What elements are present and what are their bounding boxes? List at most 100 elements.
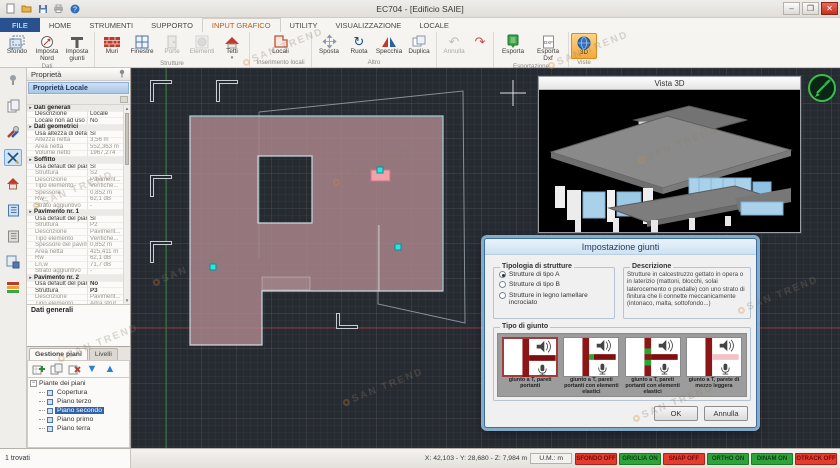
status-badge[interactable]: DINAM ON bbox=[751, 453, 793, 465]
locali-button[interactable]: Locali bbox=[264, 33, 298, 59]
property-value: P2 bbox=[87, 222, 123, 228]
property-value: Sì bbox=[87, 216, 123, 222]
house-icon[interactable] bbox=[4, 175, 22, 192]
porte-button: Porte bbox=[157, 33, 187, 60]
finestre-button[interactable]: Finestre bbox=[127, 33, 157, 60]
ruota-button[interactable]: ↻ Ruota bbox=[344, 33, 374, 59]
building-save-icon[interactable] bbox=[4, 253, 22, 270]
radio-icon[interactable] bbox=[499, 292, 506, 299]
svg-text:DXF: DXF bbox=[544, 40, 553, 45]
ribbon-tab[interactable]: LOCALE bbox=[410, 18, 458, 32]
ribbon-tab[interactable]: VISUALIZZAZIONE bbox=[326, 18, 410, 32]
group-expander-icon[interactable]: ▸ bbox=[27, 124, 34, 130]
status-badge[interactable]: SNAP OFF bbox=[663, 453, 705, 465]
mirror-triangles-icon bbox=[381, 34, 397, 49]
tree-item[interactable]: Piano primo bbox=[39, 415, 127, 424]
add-floor-button[interactable] bbox=[31, 362, 45, 376]
impostazione-giunti-dialog[interactable]: Impostazione giunti Tipologia di struttu… bbox=[484, 238, 757, 428]
tetti-button[interactable]: Tetti ▾ bbox=[217, 33, 247, 60]
ribbon-tab[interactable]: FILE bbox=[0, 18, 40, 32]
application-window: ? EC704 - [Edificio SAIE] – ❐ ✕ FILEHOME… bbox=[0, 0, 840, 468]
tree-branch bbox=[39, 392, 45, 393]
restore-button[interactable]: ❐ bbox=[802, 2, 819, 15]
ribbon-tab[interactable]: STRUMENTI bbox=[80, 18, 142, 32]
tree-item[interactable]: Piano terzo bbox=[39, 397, 127, 406]
joint-option[interactable]: giunto a T, parete di mezzo leggera bbox=[685, 337, 743, 393]
floor-plan-icon bbox=[47, 390, 53, 396]
tree-expander-icon[interactable]: − bbox=[30, 380, 37, 387]
ribbon-tab[interactable]: UTILITY bbox=[281, 18, 327, 32]
property-value: 1967,274 bbox=[87, 150, 123, 156]
annulla-button-dialog[interactable]: Annulla bbox=[704, 406, 748, 421]
ribbon-tab[interactable]: SUPPORTO bbox=[142, 18, 202, 32]
esporta-button[interactable]: Esporta bbox=[496, 33, 530, 63]
radio-option[interactable]: Strutture in legno lamellare incrociato bbox=[499, 292, 610, 307]
tipo-giunto-label: Tipo di giunto bbox=[500, 323, 550, 330]
property-grid[interactable]: ▸Dati generaliDescrizioneLocaleLocale no… bbox=[27, 105, 130, 304]
minimize-button[interactable]: – bbox=[783, 2, 800, 15]
ribbon-group-esportazione: Esporta DXF Esporta Dxf Esportazione bbox=[494, 32, 569, 67]
property-row[interactable]: Tipo elementoAltra strut... bbox=[27, 301, 123, 304]
roof-icon bbox=[224, 34, 240, 49]
muri-button[interactable]: Muri bbox=[97, 33, 127, 60]
property-grid-scrollbar[interactable]: ▲ ▼ bbox=[123, 105, 130, 304]
floors-tab[interactable]: Livelli bbox=[89, 348, 118, 360]
vista-3d-button[interactable]: 3D bbox=[571, 33, 597, 59]
radio-option[interactable]: Strutture di tipo B bbox=[499, 281, 610, 288]
ribbon-tab[interactable]: HOME bbox=[40, 18, 81, 32]
draw-tools-icon[interactable] bbox=[4, 149, 22, 166]
layers-legend-icon[interactable] bbox=[4, 279, 22, 296]
tools-icon[interactable] bbox=[4, 123, 22, 140]
radio-icon[interactable] bbox=[499, 271, 506, 278]
esporta-dxf-button[interactable]: DXF Esporta Dxf bbox=[530, 33, 566, 63]
group-expander-icon[interactable]: ▸ bbox=[27, 275, 34, 281]
sort-button[interactable] bbox=[120, 96, 128, 103]
close-button[interactable]: ✕ bbox=[821, 2, 838, 15]
tree-item[interactable]: Copertura bbox=[39, 388, 127, 397]
group-expander-icon[interactable]: ▸ bbox=[27, 105, 34, 111]
move-floor-down-icon[interactable]: ▼ bbox=[85, 362, 99, 376]
sheets-icon[interactable] bbox=[4, 97, 22, 114]
imposta-giunti-button[interactable]: Imposta giunti bbox=[62, 33, 92, 63]
pin-icon[interactable] bbox=[4, 71, 22, 88]
floors-tab[interactable]: Gestione piani bbox=[29, 348, 88, 360]
north-compass-icon bbox=[40, 34, 54, 49]
redo-button[interactable]: ↷ bbox=[469, 33, 491, 59]
status-badge[interactable]: SFONDO OFF bbox=[575, 453, 617, 465]
tree-item[interactable]: Piano terra bbox=[39, 424, 127, 433]
joint-option[interactable]: giunto a T, pareti portanti con elementi… bbox=[624, 337, 682, 393]
imposta-nord-button[interactable]: Imposta Nord bbox=[32, 33, 62, 63]
joint-option[interactable]: giunto a T, pareti portanti con elementi… bbox=[562, 337, 620, 393]
tree-root[interactable]: −Piante dei piani bbox=[30, 379, 127, 388]
building-icon[interactable] bbox=[4, 201, 22, 218]
tree-item[interactable]: Piano secondo bbox=[39, 406, 127, 415]
compass-icon[interactable] bbox=[807, 73, 837, 108]
group-expander-icon[interactable]: ▸ bbox=[27, 157, 34, 163]
scrollbar-thumb[interactable] bbox=[125, 113, 129, 165]
group-expander-icon[interactable]: ▸ bbox=[27, 209, 34, 215]
status-badge[interactable]: ORTHO ON bbox=[707, 453, 749, 465]
scroll-down-icon[interactable]: ▼ bbox=[124, 297, 130, 304]
joint-option[interactable]: giunto a T, pareti portanti bbox=[501, 337, 559, 393]
radio-option[interactable]: Strutture di tipo A bbox=[499, 271, 610, 278]
panel-pin-icon[interactable] bbox=[118, 69, 126, 80]
radio-icon[interactable] bbox=[499, 281, 506, 288]
ribbon-tab[interactable]: INPUT GRAFICO bbox=[202, 18, 281, 32]
building-gray-icon[interactable] bbox=[4, 227, 22, 244]
vista-3d-panel[interactable]: Vista 3D bbox=[538, 76, 801, 233]
property-value: No bbox=[87, 281, 123, 287]
unit-of-measure[interactable]: U.M.: m bbox=[530, 453, 572, 464]
status-badge[interactable]: GRIGLIA ON bbox=[619, 453, 661, 465]
scroll-up-icon[interactable]: ▲ bbox=[124, 105, 130, 112]
specchia-button[interactable]: Specchia bbox=[374, 33, 404, 59]
delete-floor-button[interactable] bbox=[67, 362, 81, 376]
sposta-button[interactable]: Sposta bbox=[314, 33, 344, 59]
sfondo-button[interactable]: Sfondo bbox=[2, 33, 32, 63]
property-value: 552,363 m bbox=[87, 144, 123, 150]
copy-floor-button[interactable] bbox=[49, 362, 63, 376]
radio-label: Strutture in legno lamellare incrociato bbox=[509, 292, 610, 307]
move-floor-up-icon[interactable]: ▲ bbox=[103, 362, 117, 376]
ok-button[interactable]: OK bbox=[654, 406, 698, 421]
status-badge[interactable]: OTRACK OFF bbox=[795, 453, 837, 465]
duplica-button[interactable]: Duplica bbox=[404, 33, 434, 59]
